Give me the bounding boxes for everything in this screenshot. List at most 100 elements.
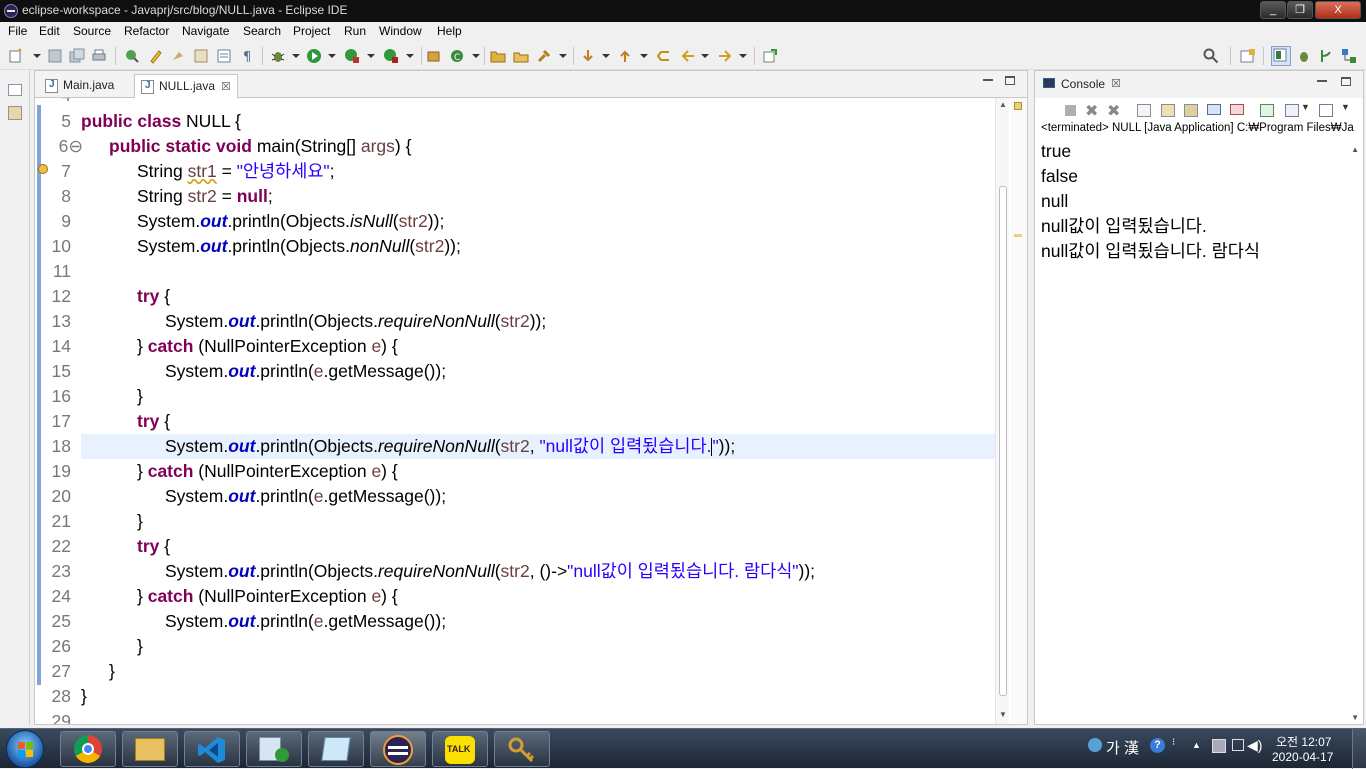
scroll-up-arrow-icon[interactable]: ▲ <box>999 100 1007 109</box>
pin-console-icon[interactable] <box>1260 104 1274 117</box>
hierarchy-perspective-icon[interactable] <box>1341 48 1357 64</box>
save-icon[interactable] <box>47 48 63 64</box>
kakaotalk-taskbar-button[interactable]: TALK <box>432 731 488 767</box>
minimize-view-icon[interactable] <box>983 79 993 81</box>
menu-refactor[interactable]: Refactor <box>124 24 169 38</box>
menu-source[interactable]: Source <box>73 24 111 38</box>
external-tools-icon[interactable] <box>383 48 399 64</box>
console-tab-label[interactable]: Console <box>1061 77 1105 91</box>
show-hidden-icons-icon[interactable]: ▲ <box>1192 740 1201 750</box>
save-all-icon[interactable] <box>69 48 85 64</box>
pin-editor-icon[interactable] <box>762 48 778 64</box>
keys-taskbar-button[interactable] <box>494 731 550 767</box>
scrollbar-thumb[interactable] <box>999 186 1007 696</box>
scroll-up-arrow-icon[interactable]: ▲ <box>1351 145 1359 154</box>
dropdown-arrow-icon[interactable]: ▼ <box>1341 102 1350 112</box>
menu-search[interactable]: Search <box>243 24 281 38</box>
eclipse-taskbar-button[interactable] <box>370 731 426 767</box>
block-select-icon[interactable] <box>193 48 209 64</box>
scroll-down-arrow-icon[interactable]: ▼ <box>1351 713 1359 722</box>
search-icon[interactable] <box>1203 48 1219 64</box>
ime-indicator[interactable]: 가 漢 <box>1106 737 1139 758</box>
maximize-button[interactable]: ❐ <box>1287 1 1313 19</box>
word-wrap-icon[interactable] <box>216 48 232 64</box>
git-perspective-icon[interactable] <box>1318 48 1334 64</box>
minimize-view-icon[interactable] <box>1317 80 1327 82</box>
dropdown-arrow-icon[interactable] <box>325 48 341 64</box>
toggle-mark-icon[interactable] <box>170 48 186 64</box>
word-wrap-icon[interactable] <box>1184 104 1198 117</box>
close-tab-icon[interactable]: ☒ <box>1111 77 1121 90</box>
menu-navigate[interactable]: Navigate <box>182 24 229 38</box>
run-icon[interactable] <box>306 48 322 64</box>
debug-icon[interactable] <box>270 48 286 64</box>
warning-icon[interactable] <box>38 164 48 174</box>
menu-edit[interactable]: Edit <box>39 24 60 38</box>
volume-icon[interactable]: ◀) <box>1247 737 1262 754</box>
scroll-lock-icon[interactable] <box>1161 104 1175 117</box>
maximize-view-icon[interactable] <box>1341 77 1351 86</box>
coverage-icon[interactable] <box>344 48 360 64</box>
dropdown-arrow-icon[interactable] <box>289 48 305 64</box>
open-console-icon[interactable] <box>1319 104 1333 117</box>
menu-file[interactable]: File <box>8 24 27 38</box>
code-area[interactable]: 4 5 6⊖ 7 8 9 10 11 12 13 14 15 16 17 18 … <box>35 98 1027 724</box>
start-orb-icon[interactable] <box>6 730 44 768</box>
minimize-button[interactable]: _ <box>1260 1 1286 19</box>
network-icon[interactable] <box>1232 739 1244 751</box>
terminate-icon[interactable] <box>1065 105 1076 116</box>
help-icon[interactable]: ? <box>1150 738 1165 753</box>
print-icon[interactable] <box>91 48 107 64</box>
menu-run[interactable]: Run <box>344 24 366 38</box>
language-bar-icon[interactable] <box>1088 738 1102 752</box>
menu-window[interactable]: Window <box>379 24 422 38</box>
warning-marker-icon[interactable] <box>1014 234 1022 237</box>
warning-marker-icon[interactable] <box>1014 102 1022 110</box>
show-desktop-button[interactable] <box>1352 729 1366 769</box>
tab-null-java[interactable]: NULL.java ☒ <box>134 74 238 98</box>
line-number[interactable]: 6⊖ <box>59 134 83 159</box>
file-explorer-taskbar-button[interactable] <box>122 731 178 767</box>
dropdown-arrow-icon[interactable] <box>469 48 485 64</box>
dropdown-arrow-icon[interactable] <box>698 48 714 64</box>
open-perspective-icon[interactable] <box>1240 48 1256 64</box>
chrome-taskbar-button[interactable] <box>60 731 116 767</box>
show-on-output-icon[interactable] <box>1207 104 1221 115</box>
notepad-taskbar-button[interactable] <box>308 731 364 767</box>
usb-device-icon[interactable] <box>1212 739 1226 753</box>
clock-time[interactable]: 오전 12:07 <box>1276 733 1331 750</box>
dropdown-arrow-icon[interactable] <box>637 48 653 64</box>
back-icon[interactable] <box>680 48 696 64</box>
close-tab-icon[interactable]: ☒ <box>221 81 231 93</box>
menu-project[interactable]: Project <box>293 24 330 38</box>
forward-icon[interactable] <box>717 48 733 64</box>
vscode-taskbar-button[interactable] <box>184 731 240 767</box>
show-whitespace-icon[interactable]: ¶ <box>240 48 256 64</box>
dropdown-arrow-icon[interactable] <box>403 48 419 64</box>
open-task-icon[interactable] <box>513 48 529 64</box>
debug-perspective-icon[interactable] <box>1296 48 1312 64</box>
java-perspective-icon[interactable] <box>1271 46 1291 66</box>
scroll-down-arrow-icon[interactable]: ▼ <box>999 710 1007 719</box>
clear-console-icon[interactable] <box>1137 104 1151 117</box>
dropdown-arrow-icon[interactable] <box>364 48 380 64</box>
remove-all-launches-icon[interactable]: ✖ <box>1107 101 1120 121</box>
new-icon[interactable] <box>8 48 24 64</box>
close-button[interactable]: X <box>1315 1 1361 19</box>
console-output[interactable]: true false null null값이 입력됬습니다. null값이 입력… <box>1041 139 1361 264</box>
dropdown-arrow-icon[interactable]: ▼ <box>1301 102 1310 112</box>
display-console-icon[interactable] <box>1285 104 1299 117</box>
search-tool-icon[interactable] <box>537 48 553 64</box>
show-on-error-icon[interactable] <box>1230 104 1244 115</box>
previous-annotation-icon[interactable] <box>617 48 633 64</box>
editor-vertical-scrollbar[interactable]: ▲ ▼ <box>995 98 1009 724</box>
remove-launch-icon[interactable]: ✖ <box>1085 101 1098 121</box>
new-java-package-icon[interactable] <box>426 48 442 64</box>
menu-help[interactable]: Help <box>437 24 462 38</box>
open-folder-icon[interactable] <box>490 48 506 64</box>
last-edit-location-icon[interactable] <box>656 48 672 64</box>
open-type-icon[interactable] <box>124 48 140 64</box>
app-runner-taskbar-button[interactable] <box>246 731 302 767</box>
maximize-view-icon[interactable] <box>1005 76 1015 85</box>
dropdown-arrow-icon[interactable] <box>599 48 615 64</box>
